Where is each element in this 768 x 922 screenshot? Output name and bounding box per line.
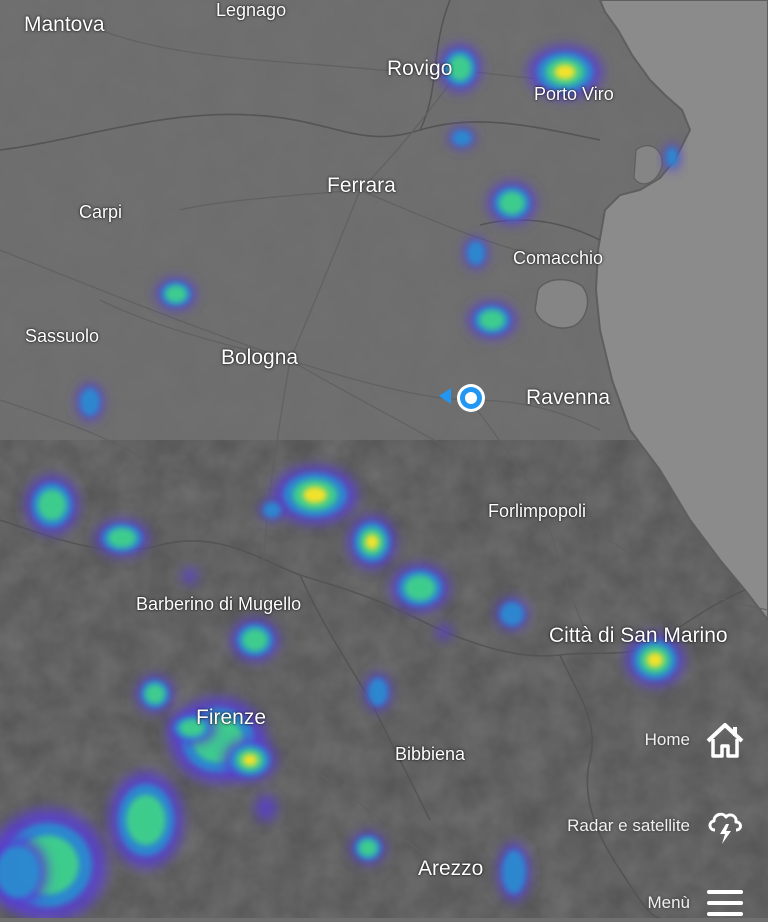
radar-cell-layer bbox=[181, 567, 199, 585]
radar-cell-layer bbox=[499, 191, 525, 215]
radar-cell bbox=[181, 567, 199, 585]
radar-cell-layer bbox=[467, 241, 485, 265]
radar-cell-layer bbox=[365, 534, 379, 550]
radar-cell-layer bbox=[263, 502, 281, 518]
radar-cell-layer bbox=[479, 310, 505, 330]
radar-cell bbox=[364, 673, 392, 711]
home-label: Home bbox=[644, 730, 690, 749]
home-button[interactable]: Home bbox=[645, 721, 746, 759]
radar-cell bbox=[497, 842, 531, 902]
comacchio-lagoon bbox=[534, 278, 589, 329]
menu-label: Menù bbox=[647, 893, 690, 912]
radar-cell bbox=[438, 43, 482, 93]
radar-cell bbox=[435, 623, 453, 641]
radar-cell bbox=[271, 465, 359, 525]
radar-cell bbox=[448, 127, 476, 149]
radar-cell-layer bbox=[448, 55, 472, 81]
radar-cell-layer bbox=[502, 850, 526, 894]
radar-cell bbox=[663, 143, 681, 171]
radar-cell-layer bbox=[242, 628, 268, 652]
radar-cell bbox=[495, 597, 529, 631]
radar-cell bbox=[463, 236, 489, 270]
radar-cell-layer bbox=[179, 719, 205, 737]
radar-cell-layer bbox=[435, 623, 453, 641]
radar-cell-layer bbox=[242, 753, 258, 767]
radar-cell-layer bbox=[108, 528, 136, 548]
radar-cell-layer bbox=[500, 602, 524, 626]
radar-cell-layer bbox=[302, 486, 328, 504]
radar-cell-layer bbox=[452, 130, 472, 146]
radar-cell bbox=[390, 563, 450, 613]
home-icon bbox=[704, 721, 746, 759]
radar-cell bbox=[76, 383, 104, 421]
radar-cell-layer bbox=[38, 489, 66, 521]
radar-cell bbox=[230, 618, 280, 662]
radar-cell-layer bbox=[368, 678, 388, 706]
hamburger-menu-icon bbox=[704, 884, 746, 922]
radar-cell-layer bbox=[255, 794, 277, 822]
radar-cell bbox=[136, 675, 174, 713]
radar-cell bbox=[25, 475, 79, 535]
radar-cell-layer bbox=[145, 684, 165, 704]
radar-cell bbox=[167, 711, 217, 745]
radar-cell bbox=[347, 515, 397, 569]
radar-cell bbox=[95, 519, 149, 557]
radar-cell bbox=[255, 794, 277, 822]
radar-map[interactable] bbox=[0, 0, 768, 918]
radar-cell bbox=[487, 181, 537, 225]
radar-cell bbox=[467, 301, 517, 339]
radar-satellite-button[interactable]: Radar e satellite bbox=[567, 807, 746, 845]
radar-cell-layer bbox=[80, 388, 100, 416]
radar-cell bbox=[625, 633, 685, 687]
radar-cell bbox=[223, 738, 277, 782]
radar-cell-layer bbox=[666, 147, 678, 167]
radar-cell bbox=[350, 831, 386, 865]
storm-cloud-icon bbox=[704, 807, 746, 845]
radar-cell-layer bbox=[646, 652, 664, 668]
radar-cell bbox=[155, 277, 197, 311]
location-dot-inner bbox=[465, 392, 477, 404]
radar-cell bbox=[527, 45, 603, 99]
radar-cell-layer bbox=[358, 839, 378, 857]
menu-button[interactable]: Menù bbox=[647, 884, 746, 922]
radar-cell-layer bbox=[126, 794, 166, 846]
radar-cell-layer bbox=[554, 64, 576, 80]
radar-cell-layer bbox=[165, 285, 187, 303]
radar-cell-layer bbox=[404, 575, 436, 601]
radar-satellite-label: Radar e satellite bbox=[567, 816, 690, 835]
radar-cell bbox=[259, 499, 285, 521]
radar-cell bbox=[108, 771, 184, 869]
